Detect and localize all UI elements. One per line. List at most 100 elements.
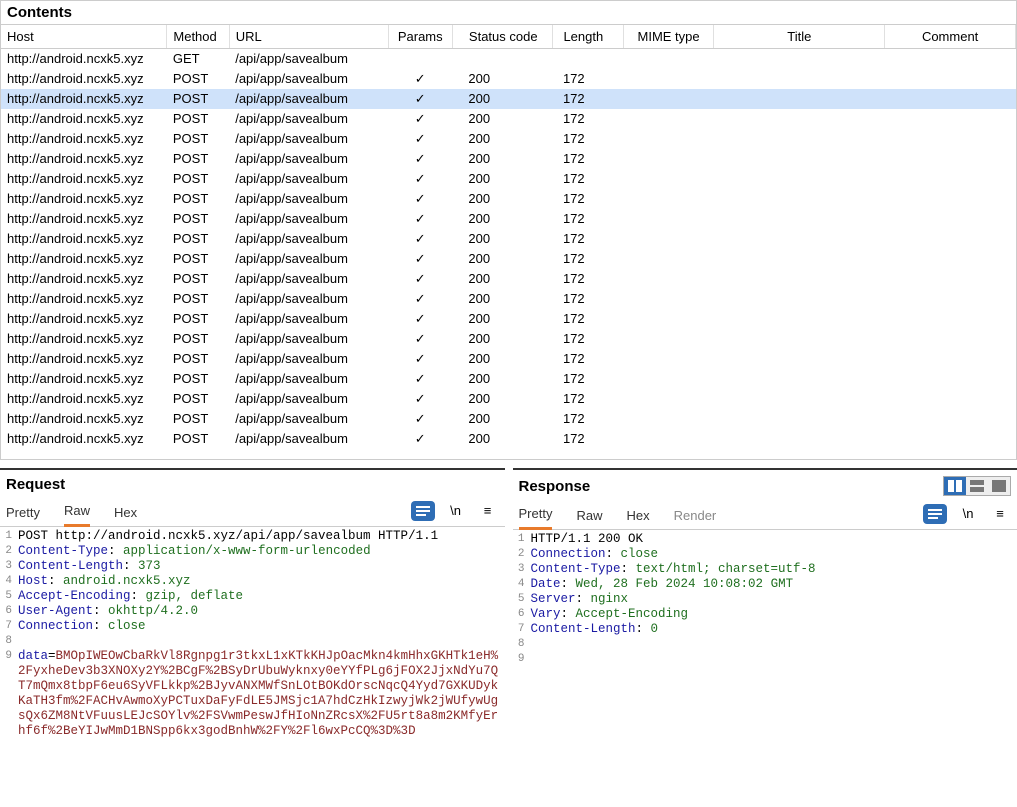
cell-length: 172 bbox=[553, 389, 623, 409]
line-number: 4 bbox=[513, 577, 531, 592]
cell-title bbox=[714, 289, 885, 309]
table-row[interactable]: http://android.ncxk5.xyzPOST/api/app/sav… bbox=[1, 349, 1016, 369]
col-params[interactable]: Params bbox=[388, 25, 452, 49]
table-row[interactable]: http://android.ncxk5.xyzPOST/api/app/sav… bbox=[1, 369, 1016, 389]
tab-raw[interactable]: Raw bbox=[576, 504, 602, 529]
tab-render[interactable]: Render bbox=[674, 504, 717, 529]
request-body[interactable]: 1POST http://android.ncxk5.xyz/api/app/s… bbox=[0, 527, 505, 807]
layout-single-icon[interactable] bbox=[988, 477, 1010, 495]
cell-length: 172 bbox=[553, 69, 623, 89]
cell-length: 172 bbox=[553, 89, 623, 109]
table-row[interactable]: http://android.ncxk5.xyzPOST/api/app/sav… bbox=[1, 309, 1016, 329]
line-number: 3 bbox=[0, 559, 18, 574]
cell-title bbox=[714, 409, 885, 429]
table-row[interactable]: http://android.ncxk5.xyzPOST/api/app/sav… bbox=[1, 389, 1016, 409]
line-text: Accept-Encoding: gzip, deflate bbox=[18, 589, 505, 604]
actions-icon[interactable] bbox=[411, 501, 435, 521]
cell-length: 172 bbox=[553, 269, 623, 289]
tab-hex[interactable]: Hex bbox=[114, 501, 137, 526]
cell-method: POST bbox=[167, 189, 229, 209]
table-row[interactable]: http://android.ncxk5.xyzPOST/api/app/sav… bbox=[1, 269, 1016, 289]
code-line: 3Content-Type: text/html; charset=utf-8 bbox=[513, 562, 1017, 577]
table-row[interactable]: http://android.ncxk5.xyzPOST/api/app/sav… bbox=[1, 229, 1016, 249]
cell-title bbox=[714, 149, 885, 169]
table-row[interactable]: http://android.ncxk5.xyzPOST/api/app/sav… bbox=[1, 149, 1016, 169]
cell-length: 172 bbox=[553, 129, 623, 149]
menu-icon[interactable]: ≡ bbox=[989, 504, 1011, 524]
cell-status: 200 bbox=[452, 109, 553, 129]
cell-method: POST bbox=[167, 229, 229, 249]
col-length[interactable]: Length bbox=[553, 25, 623, 49]
newline-icon[interactable]: \n bbox=[445, 501, 467, 521]
cell-host: http://android.ncxk5.xyz bbox=[1, 189, 167, 209]
tab-hex[interactable]: Hex bbox=[626, 504, 649, 529]
line-number: 5 bbox=[0, 589, 18, 604]
cell-params: ✓ bbox=[388, 89, 452, 109]
cell-method: POST bbox=[167, 89, 229, 109]
col-comment[interactable]: Comment bbox=[885, 25, 1016, 49]
cell-host: http://android.ncxk5.xyz bbox=[1, 249, 167, 269]
col-host[interactable]: Host bbox=[1, 25, 167, 49]
actions-icon[interactable] bbox=[923, 504, 947, 524]
cell-length: 172 bbox=[553, 409, 623, 429]
line-text: Date: Wed, 28 Feb 2024 10:08:02 GMT bbox=[531, 577, 1017, 592]
contents-table-wrap[interactable]: Host Method URL Params Status code Lengt… bbox=[1, 25, 1016, 459]
cell-mime bbox=[623, 289, 713, 309]
cell-host: http://android.ncxk5.xyz bbox=[1, 329, 167, 349]
line-number: 6 bbox=[0, 604, 18, 619]
cell-length: 172 bbox=[553, 109, 623, 129]
tab-pretty[interactable]: Pretty bbox=[519, 502, 553, 530]
cell-length: 172 bbox=[553, 249, 623, 269]
table-row[interactable]: http://android.ncxk5.xyzPOST/api/app/sav… bbox=[1, 109, 1016, 129]
tab-pretty[interactable]: Pretty bbox=[6, 501, 40, 526]
cell-mime bbox=[623, 169, 713, 189]
cell-length: 172 bbox=[553, 209, 623, 229]
cell-url: /api/app/savealbum bbox=[229, 129, 388, 149]
layout-rows-icon[interactable] bbox=[966, 477, 988, 495]
table-row[interactable]: http://android.ncxk5.xyzPOST/api/app/sav… bbox=[1, 189, 1016, 209]
table-row[interactable]: http://android.ncxk5.xyzPOST/api/app/sav… bbox=[1, 209, 1016, 229]
code-line: 4Host: android.ncxk5.xyz bbox=[0, 574, 505, 589]
cell-params: ✓ bbox=[388, 129, 452, 149]
cell-title bbox=[714, 109, 885, 129]
tab-raw[interactable]: Raw bbox=[64, 499, 90, 527]
code-line: 5Server: nginx bbox=[513, 592, 1017, 607]
newline-icon[interactable]: \n bbox=[957, 504, 979, 524]
table-row[interactable]: http://android.ncxk5.xyzPOST/api/app/sav… bbox=[1, 129, 1016, 149]
col-method[interactable]: Method bbox=[167, 25, 229, 49]
table-row[interactable]: http://android.ncxk5.xyzPOST/api/app/sav… bbox=[1, 289, 1016, 309]
response-body[interactable]: 1HTTP/1.1 200 OK2Connection: close3Conte… bbox=[513, 530, 1017, 807]
col-mime[interactable]: MIME type bbox=[623, 25, 713, 49]
table-row[interactable]: http://android.ncxk5.xyzPOST/api/app/sav… bbox=[1, 409, 1016, 429]
menu-icon[interactable]: ≡ bbox=[477, 501, 499, 521]
line-text: HTTP/1.1 200 OK bbox=[531, 532, 1017, 547]
table-row[interactable]: http://android.ncxk5.xyzPOST/api/app/sav… bbox=[1, 249, 1016, 269]
cell-params: ✓ bbox=[388, 289, 452, 309]
table-row[interactable]: http://android.ncxk5.xyzPOST/api/app/sav… bbox=[1, 169, 1016, 189]
col-url[interactable]: URL bbox=[229, 25, 388, 49]
line-text: Connection: close bbox=[18, 619, 505, 634]
table-row[interactable]: http://android.ncxk5.xyzGET/api/app/save… bbox=[1, 49, 1016, 69]
col-status[interactable]: Status code bbox=[452, 25, 553, 49]
table-row[interactable]: http://android.ncxk5.xyzPOST/api/app/sav… bbox=[1, 69, 1016, 89]
request-title: Request bbox=[6, 476, 65, 493]
line-text: POST http://android.ncxk5.xyz/api/app/sa… bbox=[18, 529, 505, 544]
line-text: Server: nginx bbox=[531, 592, 1017, 607]
cell-title bbox=[714, 129, 885, 149]
table-row[interactable]: http://android.ncxk5.xyzPOST/api/app/sav… bbox=[1, 329, 1016, 349]
layout-columns-icon[interactable] bbox=[944, 477, 966, 495]
cell-url: /api/app/savealbum bbox=[229, 289, 388, 309]
table-row[interactable]: http://android.ncxk5.xyzPOST/api/app/sav… bbox=[1, 89, 1016, 109]
cell-comment bbox=[885, 109, 1016, 129]
table-row[interactable]: http://android.ncxk5.xyzPOST/api/app/sav… bbox=[1, 429, 1016, 449]
cell-params bbox=[388, 49, 452, 69]
cell-host: http://android.ncxk5.xyz bbox=[1, 209, 167, 229]
cell-status: 200 bbox=[452, 369, 553, 389]
code-line: 1POST http://android.ncxk5.xyz/api/app/s… bbox=[0, 529, 505, 544]
col-title[interactable]: Title bbox=[714, 25, 885, 49]
cell-params: ✓ bbox=[388, 189, 452, 209]
cell-method: POST bbox=[167, 249, 229, 269]
cell-title bbox=[714, 189, 885, 209]
cell-status: 200 bbox=[452, 89, 553, 109]
code-line: 6User-Agent: okhttp/4.2.0 bbox=[0, 604, 505, 619]
